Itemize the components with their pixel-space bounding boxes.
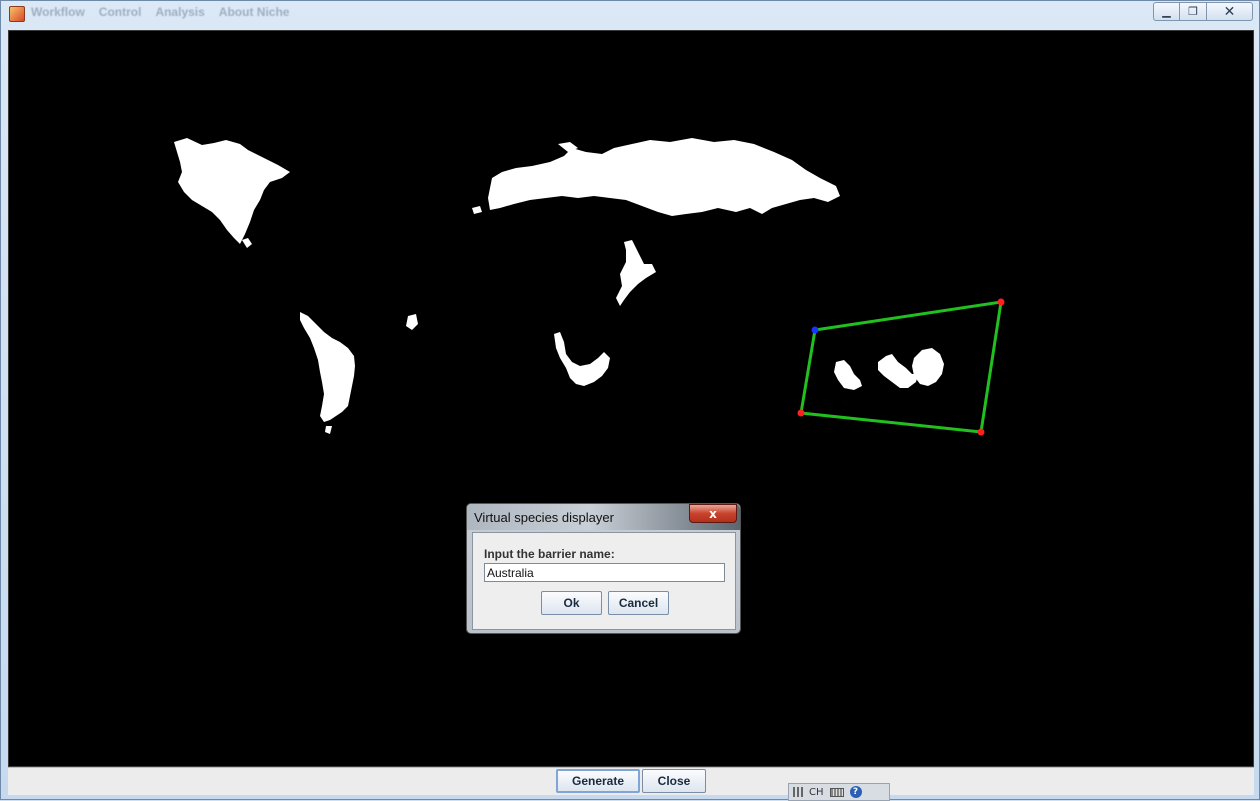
ok-button[interactable]: Ok (541, 591, 602, 615)
generate-button[interactable]: Generate (556, 769, 640, 793)
landmass-south-america (300, 312, 355, 422)
barrier-vertex (797, 409, 805, 417)
menu-bar: Workflow Control Analysis About Niche (31, 5, 289, 21)
dialog-title-bar[interactable]: Virtual species displayer x (467, 504, 740, 530)
barrier-name-input[interactable] (484, 563, 725, 582)
menu-control[interactable]: Control (99, 5, 142, 21)
dialog-title: Virtual species displayer (474, 510, 614, 525)
landmass-africa (554, 332, 610, 386)
world-map[interactable] (9, 31, 1255, 768)
close-button[interactable]: Close (642, 769, 706, 793)
title-bar: Workflow Control Analysis About Niche ▁ … (1, 1, 1259, 27)
menu-about[interactable]: About Niche (219, 5, 290, 21)
barrier-name-label: Input the barrier name: (484, 547, 615, 561)
maximize-button[interactable]: ❐ (1180, 2, 1207, 21)
barrier-vertex (977, 428, 985, 436)
landmass-north-america (174, 138, 290, 244)
grid-icon[interactable] (793, 787, 803, 797)
barrier-start-vertex (811, 326, 819, 334)
language-indicator[interactable]: CH (809, 787, 824, 798)
landmasses (174, 138, 944, 434)
language-bar: CH ? (788, 783, 890, 801)
keyboard-icon[interactable] (829, 787, 844, 797)
minimize-button[interactable]: ▁ (1153, 2, 1180, 21)
help-icon[interactable]: ? (849, 786, 862, 798)
map-canvas[interactable] (8, 30, 1254, 767)
bottom-toolbar: Generate Close (8, 767, 1254, 795)
menu-workflow[interactable]: Workflow (31, 5, 85, 21)
main-window: Workflow Control Analysis About Niche ▁ … (0, 0, 1260, 801)
menu-analysis[interactable]: Analysis (155, 5, 204, 21)
dialog-body: Input the barrier name: Ok Cancel (472, 532, 736, 630)
landmass-eurasia (488, 138, 840, 216)
window-controls: ▁ ❐ ✕ (1153, 2, 1253, 21)
barrier-name-dialog: Virtual species displayer x Input the ba… (466, 503, 741, 634)
close-window-button[interactable]: ✕ (1207, 2, 1253, 21)
java-app-icon (9, 6, 25, 22)
dialog-close-button[interactable]: x (689, 504, 737, 523)
landmass-new-guinea (912, 348, 944, 386)
barrier-vertex (997, 298, 1005, 306)
cancel-button[interactable]: Cancel (608, 591, 669, 615)
landmass-australia (834, 360, 862, 390)
